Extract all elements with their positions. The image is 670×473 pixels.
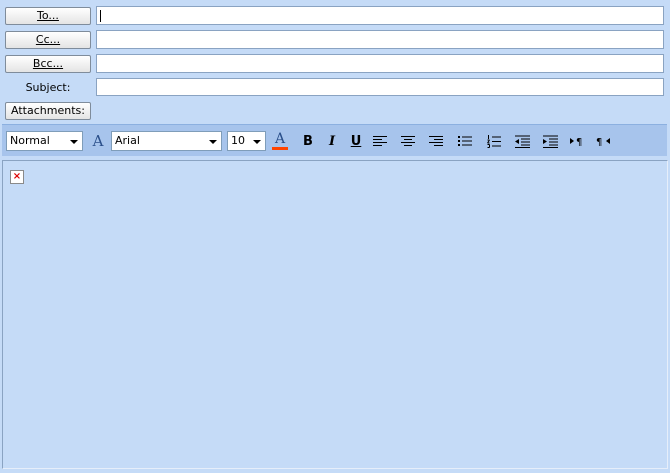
font-select-value: Arial [115, 134, 140, 147]
size-select[interactable]: 10 [227, 131, 266, 151]
font-select[interactable]: Arial [111, 131, 222, 151]
bcc-field[interactable] [96, 54, 664, 73]
align-left-icon[interactable] [370, 132, 390, 150]
svg-text:¶: ¶ [576, 137, 582, 146]
align-center-icon[interactable] [398, 132, 418, 150]
font-color-swatch [272, 146, 288, 150]
subject-label: Subject: [25, 81, 71, 94]
cc-field[interactable] [96, 30, 664, 49]
message-body-editor[interactable]: × [2, 160, 668, 469]
font-color-icon[interactable]: A [270, 132, 290, 150]
size-select-value: 10 [231, 134, 245, 147]
underline-label: U [350, 133, 362, 149]
to-button[interactable]: To... [5, 7, 91, 25]
style-select-value: Normal [10, 134, 50, 147]
chevron-down-icon [68, 134, 80, 148]
formatting-toolbar: Normal A Arial 10 A B I U ¶ ¶ [2, 124, 667, 156]
style-select[interactable]: Normal [6, 131, 83, 151]
subject-field[interactable] [96, 78, 664, 96]
attachments-button[interactable]: Attachments: [5, 102, 91, 120]
to-field[interactable] [96, 6, 664, 25]
attachments-button-label: Attachments: [11, 104, 85, 117]
chevron-down-icon [207, 134, 219, 148]
chevron-down-icon [251, 134, 263, 148]
bold-icon[interactable]: B [298, 132, 318, 150]
bold-label: B [303, 133, 313, 149]
numbered-list-icon[interactable] [484, 132, 504, 150]
to-button-label: To... [37, 9, 59, 22]
bullet-list-icon[interactable] [455, 132, 475, 150]
bcc-button-label: Bcc... [32, 57, 64, 70]
cc-button-label: Cc... [35, 33, 61, 46]
cc-button[interactable]: Cc... [5, 31, 91, 49]
align-right-icon[interactable] [426, 132, 446, 150]
decrease-indent-icon[interactable] [512, 132, 532, 150]
font-style-icon[interactable]: A [88, 132, 108, 150]
italic-icon[interactable]: I [322, 132, 342, 150]
broken-image-icon: × [10, 170, 24, 184]
increase-indent-icon[interactable] [540, 132, 560, 150]
bcc-button[interactable]: Bcc... [5, 55, 91, 73]
svg-text:¶: ¶ [596, 137, 602, 146]
underline-icon[interactable]: U [346, 132, 366, 150]
italic-label: I [328, 133, 336, 149]
rtl-icon[interactable]: ¶ [593, 132, 613, 150]
text-cursor [100, 10, 101, 22]
ltr-icon[interactable]: ¶ [567, 132, 587, 150]
